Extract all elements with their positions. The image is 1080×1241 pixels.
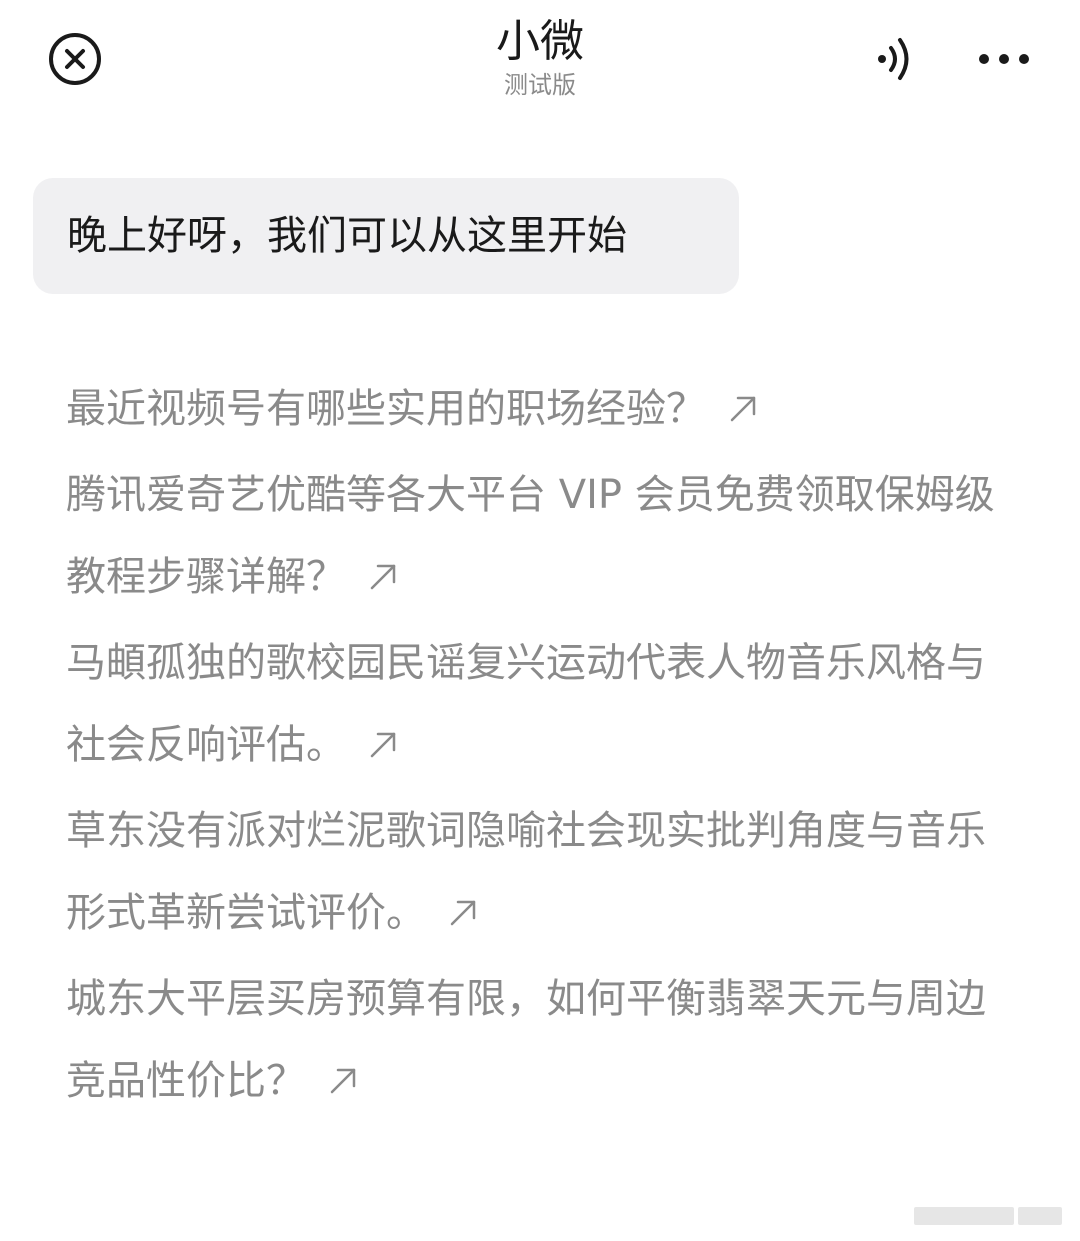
suggestion-text: 腾讯爱奇艺优酷等各大平台 VIP 会员免费领取保姆级教程步骤详解？ (66, 472, 995, 600)
top-bar: 小微 测试版 (0, 0, 1080, 120)
suggestion-item[interactable]: 腾讯爱奇艺优酷等各大平台 VIP 会员免费领取保姆级教程步骤详解？ (66, 454, 1006, 618)
arrow-up-right-icon (330, 1068, 356, 1094)
suggestion-text: 草东没有派对烂泥歌词隐喻社会现实批判角度与音乐形式革新尝试评价。 (66, 808, 986, 936)
arrow-up-right-icon (370, 564, 396, 590)
suggestion-list: 最近视频号有哪些实用的职场经验？ 腾讯爱奇艺优酷等各大平台 VIP 会员免费领取… (66, 368, 1006, 1126)
suggestion-item[interactable]: 马頔孤独的歌校园民谣复兴运动代表人物音乐风格与社会反响评估。 (66, 622, 1006, 786)
more-button[interactable] (972, 32, 1036, 86)
arrow-up-right-icon (370, 732, 396, 758)
suggestion-item[interactable]: 最近视频号有哪些实用的职场经验？ (66, 368, 1006, 450)
suggestion-text: 最近视频号有哪些实用的职场经验？ (66, 386, 706, 432)
voice-button[interactable] (866, 32, 920, 86)
voice-icon (878, 38, 909, 80)
greeting-text: 晚上好呀，我们可以从这里开始 (67, 213, 627, 259)
suggestion-text: 马頔孤独的歌校园民谣复兴运动代表人物音乐风格与社会反响评估。 (66, 640, 986, 768)
suggestion-item[interactable]: 草东没有派对烂泥歌词隐喻社会现实批判角度与音乐形式革新尝试评价。 (66, 790, 1006, 954)
suggestion-item[interactable]: 城东大平层买房预算有限，如何平衡翡翠天元与周边竞品性价比？ (66, 958, 1006, 1122)
arrow-up-right-icon (730, 396, 756, 422)
watermark (914, 1201, 1064, 1231)
greeting-bubble: 晚上好呀，我们可以从这里开始 (33, 178, 739, 294)
arrow-up-right-icon (450, 900, 476, 926)
more-dots-icon (979, 54, 1029, 64)
suggestion-text: 城东大平层买房预算有限，如何平衡翡翠天元与周边竞品性价比？ (66, 976, 986, 1104)
watermark-logo (914, 1207, 1062, 1225)
